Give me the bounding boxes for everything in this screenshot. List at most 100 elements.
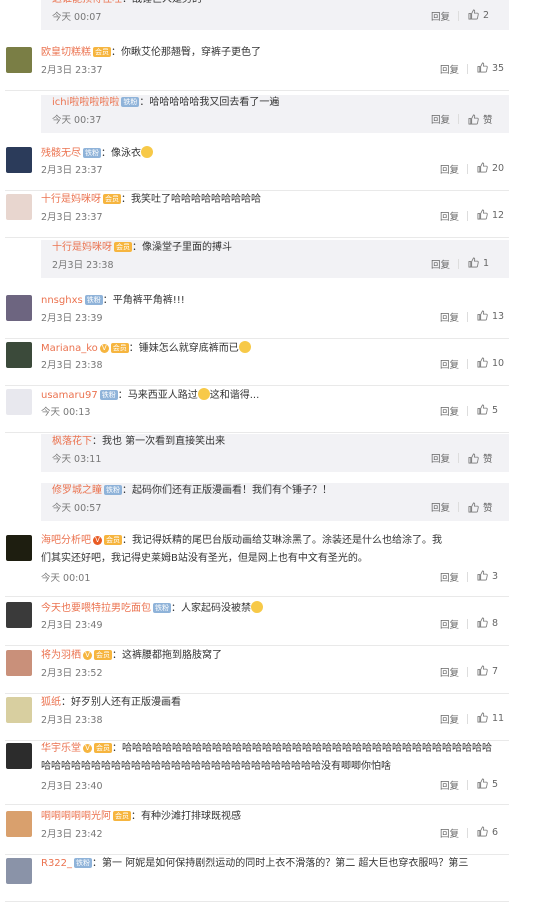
like-button[interactable]: 10	[477, 357, 504, 369]
reply-button[interactable]: 回复	[440, 310, 459, 324]
like-count: 20	[492, 163, 505, 174]
username-link[interactable]: 十行是妈咪呀	[52, 242, 112, 253]
timestamp: 2月3日 23:42	[41, 829, 103, 840]
avatar[interactable]	[6, 697, 32, 723]
divider	[467, 780, 468, 790]
reply-button[interactable]: 回复	[440, 209, 459, 223]
comment-text: nnsghxs 铁粉 ：平角裤平角裤!!!	[41, 294, 505, 308]
reply-button[interactable]: 回复	[431, 500, 450, 514]
comment-item: 华宇乐堂 V 会员 ：哈哈哈哈哈哈哈哈哈哈哈哈哈哈哈哈哈哈哈哈哈哈哈哈哈哈哈哈哈哈哈哈…	[0, 741, 514, 805]
username-link[interactable]: 将为羽栖	[41, 650, 81, 661]
like-button[interactable]: 赞	[468, 500, 493, 514]
divider	[458, 502, 459, 512]
comment-text: 狐纸：好歹别人还有正版漫画看	[41, 696, 505, 710]
like-button[interactable]: 赞	[468, 112, 493, 126]
reply-button[interactable]: 回复	[440, 62, 459, 76]
timestamp: 今天 00:57	[52, 503, 102, 514]
timestamp: 2月3日 23:37	[41, 212, 103, 223]
username-link[interactable]: 残骸无尽	[41, 148, 81, 159]
like-button[interactable]: 11	[477, 712, 504, 724]
like-button[interactable]: 5	[477, 778, 498, 790]
like-button[interactable]: 12	[477, 209, 504, 221]
timestamp: 2月3日 23:39	[41, 313, 103, 324]
like-button[interactable]: 35	[477, 62, 504, 74]
username-link[interactable]: R322_	[41, 858, 72, 869]
username-link[interactable]: 欧皇切糕糕	[41, 47, 91, 58]
reply-button[interactable]: 回复	[431, 451, 450, 465]
like-button[interactable]: 1	[468, 257, 489, 269]
like-button[interactable]: 13	[477, 310, 504, 322]
username-link[interactable]: Mariana_ko	[41, 343, 98, 354]
username-link[interactable]: ichi啦啦啦啦啦	[52, 97, 119, 108]
like-button[interactable]: 8	[477, 617, 498, 629]
comment-text-line2: 们其实还好吧，我记得史莱姆B站没有圣光，但是网上也有中文有圣光的。	[41, 553, 368, 564]
like-button[interactable]: 赞	[468, 451, 493, 465]
avatar[interactable]	[6, 295, 32, 321]
like-button[interactable]: 7	[477, 665, 498, 677]
reply-button[interactable]: 回复	[440, 404, 459, 418]
reply-button[interactable]: 回复	[440, 617, 459, 631]
like-button[interactable]: 3	[477, 570, 498, 582]
username-link[interactable]: 这谁能顶得住哇	[52, 0, 122, 5]
username-link[interactable]: nnsghxs	[41, 295, 83, 306]
reply-button[interactable]: 回复	[440, 357, 459, 371]
comment-body: ：像泳衣	[101, 148, 141, 159]
comment-body: ：战锤巨人是男的	[122, 0, 202, 5]
reply-button[interactable]: 回复	[440, 162, 459, 176]
comment-body: ：平角裤平角裤!!!	[102, 295, 185, 306]
username-link[interactable]: 十行是妈咪呀	[41, 194, 101, 205]
like-button[interactable]: 5	[477, 404, 498, 416]
username-link[interactable]: 枫落花下	[52, 436, 92, 447]
vip-badge: 会员	[113, 811, 131, 821]
comment-text: 海吧分析吧 V 会员 ：我记得妖精的尾巴台版动画给艾琳涂黑了。涂装还是什么也给涂了。我	[41, 534, 505, 548]
reply-button[interactable]: 回复	[431, 112, 450, 126]
like-count: 赞	[483, 454, 493, 465]
comment-body: ：我笑吐了哈哈哈哈哈哈哈哈哈	[121, 194, 261, 205]
avatar[interactable]	[6, 811, 32, 837]
avatar[interactable]	[6, 535, 32, 561]
username-link[interactable]: 哃哃哃哃哃光阿	[41, 811, 111, 822]
username-link[interactable]: 今天也要喂特拉男吃面包	[41, 603, 151, 614]
divider	[467, 714, 468, 724]
like-button[interactable]: 20	[477, 162, 504, 174]
avatar[interactable]	[6, 147, 32, 173]
like-button[interactable]: 6	[477, 826, 498, 838]
comment-item: Mariana_ko V 会员 ：锤妹怎么就穿底裤而已 2月3日 23:38 回复 10	[0, 340, 514, 386]
thumbs-up-icon	[477, 404, 488, 415]
thumbs-up-icon	[477, 826, 488, 837]
avatar[interactable]	[6, 342, 32, 368]
avatar[interactable]	[6, 389, 32, 415]
comment-body-cont: 这和谐得...	[209, 390, 260, 401]
like-count: 2	[483, 10, 490, 21]
username-link[interactable]: usamaru97	[41, 390, 98, 401]
like-count: 5	[492, 779, 499, 790]
avatar[interactable]	[6, 602, 32, 628]
username-link[interactable]: 华宇乐堂	[41, 743, 81, 754]
divider	[458, 114, 459, 124]
reply-button[interactable]: 回复	[431, 9, 450, 23]
reply-button[interactable]: 回复	[440, 570, 459, 584]
avatar[interactable]	[6, 194, 32, 220]
like-button[interactable]: 2	[468, 9, 489, 21]
avatar[interactable]	[6, 650, 32, 676]
avatar[interactable]	[6, 47, 32, 73]
emoji-icon	[197, 388, 210, 400]
thumbs-up-icon	[468, 453, 479, 464]
fan-badge: 铁粉	[99, 390, 118, 400]
comment-text: 枫落花下：我也 第一次看到直接笑出来	[52, 435, 505, 449]
reply-button[interactable]: 回复	[440, 665, 459, 679]
divider	[467, 619, 468, 629]
username-link[interactable]: 狐纸	[41, 697, 61, 708]
avatar[interactable]	[6, 743, 32, 769]
reply-button[interactable]: 回复	[431, 257, 450, 271]
reply-button[interactable]: 回复	[440, 826, 459, 840]
verified-icon: V	[83, 651, 92, 660]
username-link[interactable]: 修罗城之瞳	[52, 485, 102, 496]
username-link[interactable]: 海吧分析吧	[41, 535, 91, 546]
timestamp: 今天 00:37	[52, 115, 102, 126]
comment-item: 今天也要喂特拉男吃面包 铁粉 ：人家起码没被禁 2月3日 23:49 回复 8	[0, 600, 514, 646]
reply-button[interactable]: 回复	[440, 712, 459, 726]
reply-button[interactable]: 回复	[440, 778, 459, 792]
avatar[interactable]	[6, 858, 32, 884]
verified-icon: V	[93, 536, 102, 545]
